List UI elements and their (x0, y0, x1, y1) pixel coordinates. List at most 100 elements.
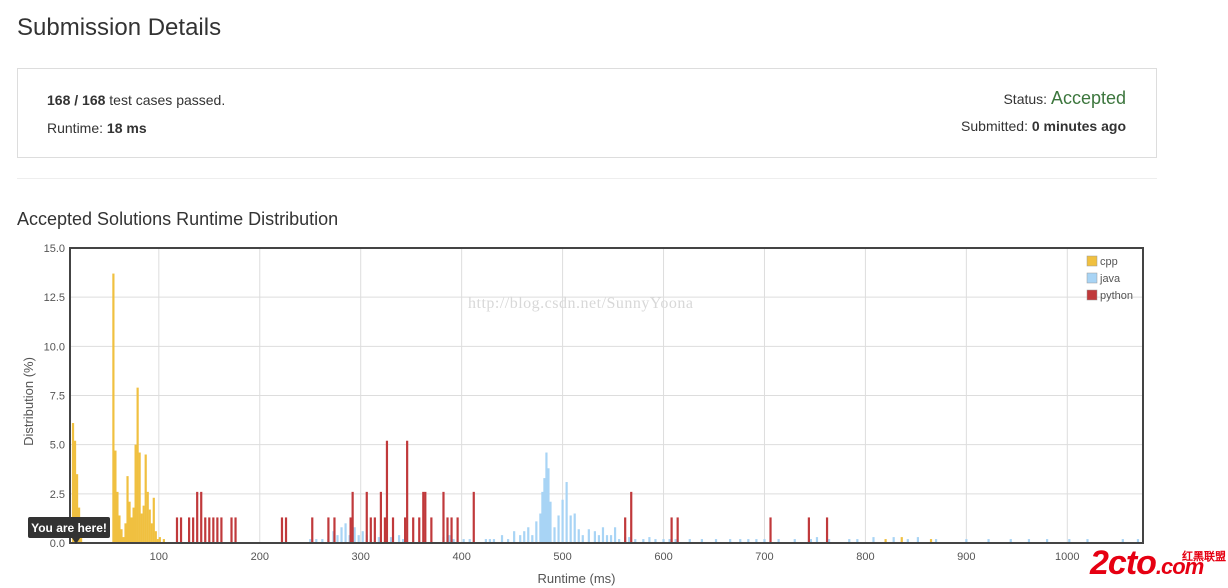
submitted-label: Submitted: (961, 118, 1032, 134)
bar-java (344, 523, 347, 543)
bar-java (597, 535, 601, 543)
summary-left: 168 / 168 test cases passed. Runtime: 18… (47, 91, 225, 147)
bar-python (424, 491, 427, 543)
legend-swatch-python (1086, 289, 1098, 301)
bar-python (192, 517, 195, 543)
bar-cpp (112, 273, 115, 543)
bar-java (561, 499, 564, 543)
bar-cpp (132, 507, 135, 543)
x-tick-label: 300 (352, 551, 370, 563)
bar-java (531, 535, 534, 543)
bar-python (383, 517, 387, 543)
x-tick-label: 200 (251, 551, 269, 563)
bar-python (200, 491, 203, 543)
bar-python (807, 517, 810, 543)
bar-python (230, 517, 233, 543)
bar-python (825, 517, 829, 543)
bar-cpp (148, 509, 151, 543)
bar-python (208, 517, 211, 543)
bar-java (541, 491, 544, 543)
bar-cpp (114, 450, 117, 543)
runtime-distribution-chart: 0.0 2.5 5.0 7.5 10.0 12.5 15.0 100 200 300 400 500 6… (0, 238, 1228, 588)
bar-cpp (120, 529, 123, 543)
bar-java (601, 527, 605, 543)
bar-cpp (124, 523, 127, 543)
bar-java (545, 452, 548, 543)
bar-python (406, 440, 409, 543)
bar-python (385, 440, 389, 543)
bar-python (630, 491, 633, 543)
watermark-text: http://blog.csdn.net/SunnyYoona (468, 295, 694, 312)
bar-java (527, 527, 530, 543)
x-tick-label: 900 (957, 551, 975, 563)
bar-cpp (134, 444, 137, 543)
bar-python (422, 491, 425, 543)
bar-java (609, 535, 613, 543)
x-tick-label: 400 (452, 551, 470, 563)
bar-python (212, 517, 215, 543)
bar-cpp (116, 491, 119, 543)
bar-java (513, 531, 516, 543)
bar-python (446, 517, 449, 543)
bar-python (196, 491, 199, 543)
bar-cpp (138, 452, 141, 543)
bar-java (336, 535, 339, 543)
bar-java (573, 513, 576, 543)
bar-cpp (130, 517, 133, 543)
submitted-value: 0 minutes ago (1031, 118, 1126, 134)
status-label: Status: (1003, 91, 1051, 107)
bar-python (188, 517, 191, 543)
x-tick-label: 500 (553, 551, 571, 563)
bar-cpp (118, 515, 121, 543)
bar-python (175, 517, 179, 543)
bar-cpp (126, 476, 129, 543)
you-are-here-label: You are here! (31, 521, 107, 535)
bar-java (557, 515, 560, 543)
bar-java (519, 535, 522, 543)
bar-python (769, 517, 772, 543)
bar-java (539, 513, 542, 543)
bar-python (220, 517, 223, 543)
bar-cpp (152, 497, 155, 543)
x-axis-label: Runtime (ms) (537, 571, 615, 586)
passed-suffix: test cases passed. (105, 92, 226, 108)
status-row: Status: Accepted (961, 87, 1126, 115)
bar-java (553, 527, 556, 543)
bar-python (430, 517, 433, 543)
bar-python (204, 517, 207, 543)
legend-swatch-java (1086, 272, 1098, 284)
bar-python (418, 517, 421, 543)
y-tick-label: 10.0 (44, 341, 65, 353)
bar-python (365, 491, 368, 543)
bar-java (613, 527, 617, 543)
logo-main-text: 2cto (1090, 544, 1157, 582)
y-axis-label: Distribution (%) (21, 357, 36, 446)
x-tick-label: 700 (755, 551, 773, 563)
bar-java (448, 535, 451, 543)
bar-java (357, 535, 360, 543)
bar-java (565, 482, 568, 543)
bar-python (391, 517, 395, 543)
bar-python (234, 517, 237, 543)
y-tick-label: 7.5 (50, 391, 65, 403)
bar-cpp (142, 505, 145, 543)
bar-python (280, 517, 284, 543)
bar-cpp (154, 531, 157, 543)
section-divider (17, 178, 1157, 179)
bar-python (472, 491, 475, 543)
y-tick-label: 12.5 (44, 292, 65, 304)
bar-cpp (128, 501, 131, 543)
bar-cpp (144, 454, 147, 543)
bar-python (450, 517, 453, 543)
bar-java (353, 527, 356, 543)
bar-java (500, 535, 504, 543)
bar-python (351, 491, 354, 543)
bar-python (412, 517, 415, 543)
bar-python (373, 517, 376, 543)
bar-cpp (150, 523, 153, 543)
status-value[interactable]: Accepted (1051, 88, 1126, 108)
bar-python (216, 517, 219, 543)
runtime-result: Runtime: 18 ms (47, 119, 225, 147)
legend-label-cpp: cpp (1100, 256, 1118, 268)
bar-java (397, 535, 401, 543)
